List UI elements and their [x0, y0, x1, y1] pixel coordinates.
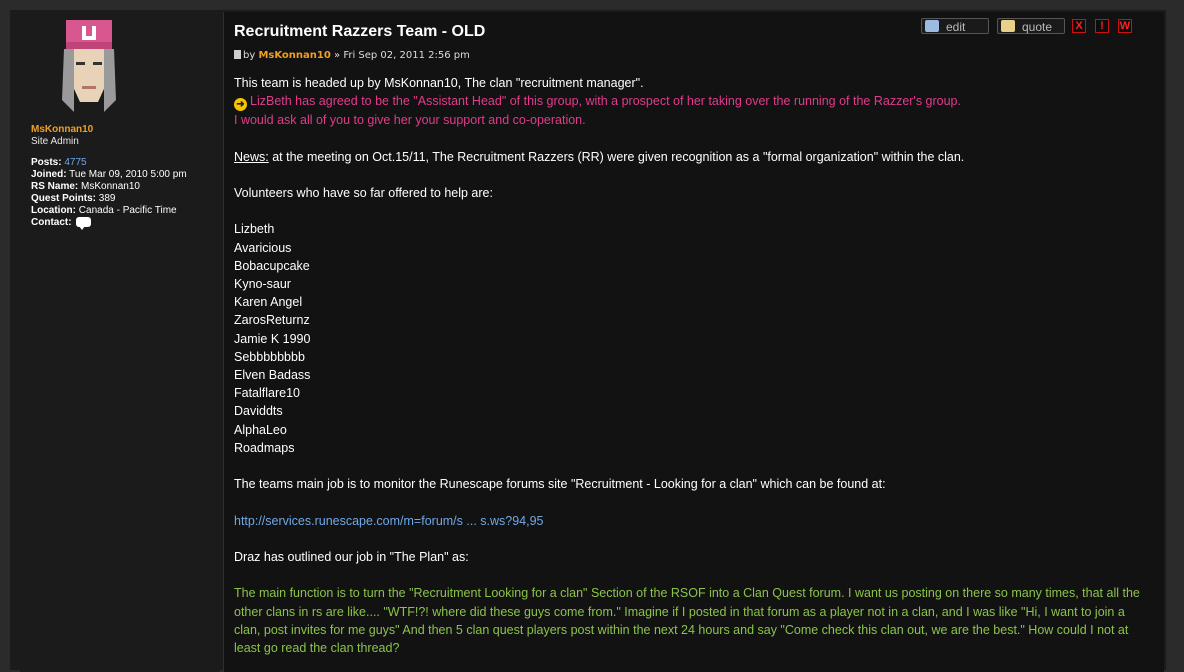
quote-button[interactable]: quote	[997, 18, 1065, 34]
post-content: This team is headed up by MsKonnan10, Th…	[234, 74, 1144, 657]
assistant-head-line: ➜ LizBeth has agreed to be the "Assistant…	[234, 92, 1144, 112]
author-profile: MsKonnan10 Site Admin Posts: 4775 Joined…	[20, 12, 220, 672]
author-name[interactable]: MsKonnan10	[31, 124, 93, 135]
info-quest-points: Quest Points: 389	[31, 193, 187, 205]
member-item: Avaricious	[234, 240, 292, 255]
info-label: Contact:	[31, 217, 72, 228]
plan-line: Draz has outlined our job in "The Plan" …	[234, 549, 469, 564]
forum-link[interactable]: http://services.runescape.com/m=forum/s …	[234, 512, 1144, 530]
speech-bubble-icon[interactable]	[76, 217, 92, 231]
info-label: Joined:	[31, 169, 67, 180]
member-item: ZarosReturnz	[234, 313, 310, 328]
document-icon[interactable]	[234, 50, 241, 59]
info-contact: Contact:	[31, 217, 187, 231]
info-rsname: RS Name: MsKonnan10	[31, 181, 187, 193]
info-joined: Joined: Tue Mar 09, 2010 5:00 pm	[31, 169, 187, 181]
posts-count-link[interactable]: 4775	[64, 157, 86, 168]
report-button[interactable]: !	[1095, 19, 1109, 33]
member-item: Daviddts	[234, 404, 283, 419]
member-item: Lizbeth	[234, 222, 275, 237]
member-item: Karen Angel	[234, 295, 303, 310]
info-value: Tue Mar 09, 2010 5:00 pm	[69, 169, 187, 180]
delete-button[interactable]: X	[1072, 19, 1086, 33]
info-label: RS Name:	[31, 181, 79, 192]
warn-button[interactable]: W	[1118, 19, 1132, 33]
info-label: Location:	[31, 205, 76, 216]
author-rank: Site Admin	[31, 136, 79, 147]
meta-date: » Fri Sep 02, 2011 2:56 pm	[334, 50, 470, 61]
post-meta: by MsKonnan10 » Fri Sep 02, 2011 2:56 pm	[234, 50, 470, 61]
job-line: The teams main job is to monitor the Run…	[234, 477, 886, 492]
member-item: Bobacupcake	[234, 258, 310, 273]
member-item: Sebbbbbbbb	[234, 349, 305, 364]
author-info: Posts: 4775 Joined: Tue Mar 09, 2010 5:0…	[31, 157, 187, 231]
member-item: AlphaLeo	[234, 422, 287, 437]
news-text: at the meeting on Oct.15/11, The Recruit…	[268, 149, 965, 164]
post-title[interactable]: Recruitment Razzers Team - OLD	[234, 23, 485, 41]
quote-icon	[1001, 20, 1015, 32]
info-value: Canada - Pacific Time	[78, 205, 177, 216]
edit-icon	[925, 20, 939, 32]
member-item: Kyno-saur	[234, 276, 291, 291]
info-posts: Posts: 4775	[31, 157, 187, 169]
post-body: Recruitment Razzers Team - OLD by MsKonn…	[224, 12, 1164, 672]
pink-text: LizBeth has agreed to be the "Assistant …	[250, 94, 961, 109]
edit-button[interactable]: edit	[921, 18, 989, 34]
volunteers-line: Volunteers who have so far offered to he…	[234, 185, 493, 200]
news-line: News: at the meeting on Oct.15/11, The R…	[234, 148, 1144, 166]
member-item: Roadmaps	[234, 440, 295, 455]
info-label: Quest Points:	[31, 193, 97, 204]
news-label: News:	[234, 149, 269, 164]
info-value: MsKonnan10	[81, 181, 140, 192]
avatar[interactable]	[48, 20, 132, 116]
info-label: Posts:	[31, 157, 62, 168]
info-location: Location: Canada - Pacific Time	[31, 205, 187, 217]
arrow-right-icon: ➜	[234, 98, 247, 112]
member-item: Jamie K 1990	[234, 331, 311, 346]
member-item: Elven Badass	[234, 368, 311, 382]
edit-label: edit	[946, 20, 966, 34]
intro-line: This team is headed up by MsKonnan10, Th…	[234, 76, 644, 90]
members-list: Lizbeth Avaricious Bobacupcake Kyno-saur Kar…	[234, 220, 1144, 457]
support-line: I would ask all of you to give her your …	[234, 113, 586, 128]
quote-label: quote	[1022, 20, 1053, 34]
member-item: Fatalflare10	[234, 386, 301, 401]
meta-by: by	[243, 50, 256, 61]
plan-quote: The main function is to turn the "Recrui…	[234, 586, 1140, 655]
info-value: 389	[98, 193, 116, 204]
meta-author-link[interactable]: MsKonnan10	[258, 50, 330, 61]
